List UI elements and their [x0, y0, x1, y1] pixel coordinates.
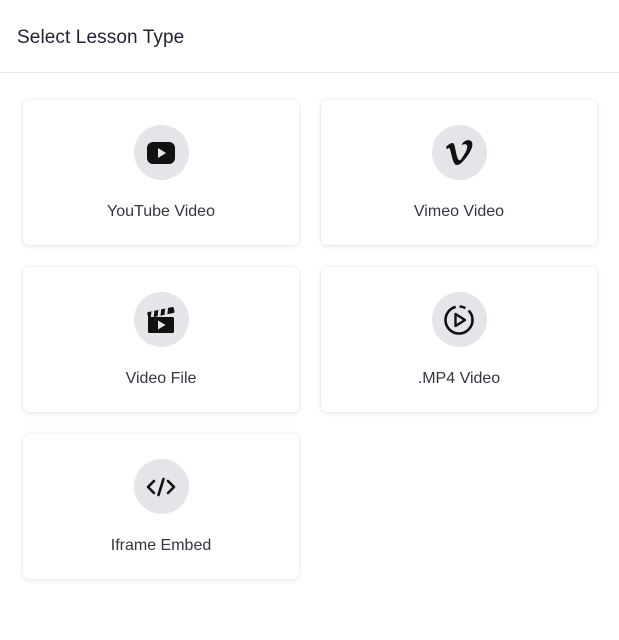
lesson-type-label: Vimeo Video [413, 203, 505, 220]
dialog-header: Select Lesson Type [0, 0, 619, 73]
play-circle-icon [444, 304, 474, 335]
clapperboard-icon [147, 306, 175, 333]
lesson-type-video-file-card[interactable]: Video File [23, 267, 299, 412]
lesson-type-label: Video File [125, 370, 197, 387]
code-icon-badge [133, 459, 189, 514]
dialog-title: Select Lesson Type [17, 27, 185, 48]
clapperboard-icon-badge [133, 292, 189, 347]
code-icon [146, 477, 176, 496]
lesson-type-label: YouTube Video [107, 203, 215, 220]
lesson-type-iframe-card[interactable]: Iframe Embed [23, 434, 299, 579]
lesson-type-label: .MP4 Video [417, 370, 501, 387]
play-circle-icon-badge [431, 292, 487, 347]
lesson-type-label: Iframe Embed [110, 537, 212, 554]
vimeo-icon-badge [431, 125, 487, 180]
vimeo-icon [446, 139, 473, 165]
youtube-icon [147, 141, 175, 164]
youtube-icon-badge [133, 125, 189, 180]
lesson-type-youtube-card[interactable]: YouTube Video [23, 100, 299, 245]
lesson-type-vimeo-card[interactable]: Vimeo Video [321, 100, 597, 245]
lesson-type-grid: YouTube Video Vimeo Video Video File .MP… [23, 100, 598, 579]
select-lesson-type-dialog: Select Lesson Type YouTube Video Vimeo V… [0, 0, 619, 640]
lesson-type-mp4-card[interactable]: .MP4 Video [321, 267, 597, 412]
